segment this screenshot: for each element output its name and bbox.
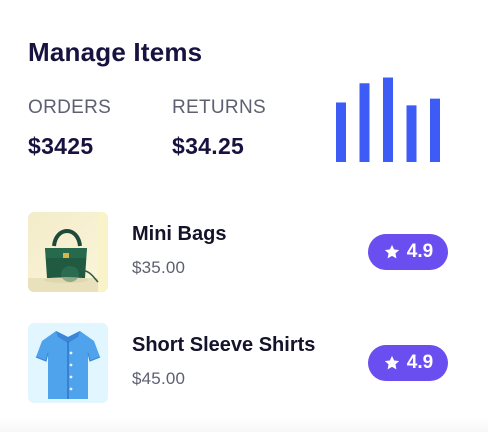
chart-bar-1 — [336, 102, 346, 162]
star-icon — [384, 355, 399, 370]
bottom-divider — [0, 418, 488, 432]
item-price: $35.00 — [132, 258, 186, 277]
orders-value: $3425 — [28, 133, 94, 159]
orders-label: ORDERS — [28, 97, 112, 118]
chart-bar-2 — [359, 83, 370, 162]
orders-stat: ORDERS $3425 — [28, 97, 111, 160]
rating-badge: 4.9 — [368, 345, 448, 381]
list-item[interactable]: Short Sleeve Shirts $45.00 4.9 — [0, 323, 488, 403]
page-title: Manage Items — [28, 37, 203, 67]
orders-mini-bar-chart — [336, 77, 440, 162]
returns-value: $34.25 — [172, 133, 245, 159]
star-icon — [384, 244, 399, 259]
manage-items-card: Manage Items ORDERS $3425 RETURNS $34.25 — [0, 0, 488, 432]
shirt-photo-icon — [28, 323, 108, 403]
rating-badge: 4.9 — [368, 234, 448, 270]
list-item[interactable]: Mini Bags $35.00 4.9 — [0, 212, 488, 292]
item-name: Short Sleeve Shirts — [132, 334, 316, 356]
chart-bar-5 — [430, 98, 440, 162]
rating-value: 4.9 — [406, 352, 434, 373]
returns-label: RETURNS — [172, 97, 266, 118]
item-price: $45.00 — [132, 369, 186, 388]
returns-stat: RETURNS $34.25 — [172, 97, 266, 160]
chart-bar-4 — [406, 105, 417, 162]
chart-bar-3 — [383, 77, 393, 162]
handbag-photo-icon — [28, 212, 108, 292]
item-name: Mini Bags — [132, 223, 227, 245]
rating-value: 4.9 — [406, 241, 434, 262]
